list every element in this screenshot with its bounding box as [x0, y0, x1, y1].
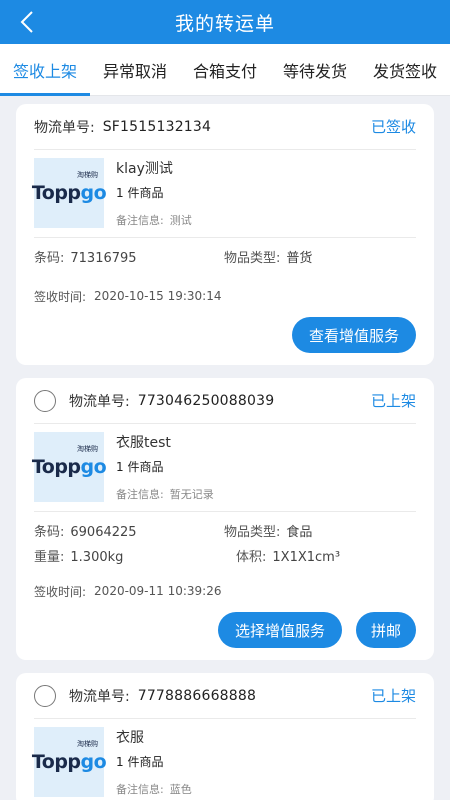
goods-note: 备注信息: 测试 [116, 214, 192, 227]
card-header: 物流单号: 7778886668888 已上架 [34, 673, 416, 719]
view-value-added-service-button[interactable]: 查看增值服务 [292, 317, 416, 353]
goods-row[interactable]: Toppgo 淘梯购 klay测试 1 件商品 备注信息: 测试 [31, 150, 416, 238]
card-header: 物流单号: SF1515132134 已签收 [34, 104, 416, 150]
goods-row[interactable]: Toppgo 淘梯购 衣服 1 件商品 备注信息: 蓝色 [31, 719, 416, 800]
order-card[interactable]: 物流单号: 773046250088039 已上架 Toppgo 淘梯购 衣服t… [16, 378, 434, 660]
type-value: 食品 [286, 525, 313, 540]
type-value: 普货 [286, 251, 313, 266]
tab-consolidate-pay[interactable]: 合箱支付 [180, 44, 270, 96]
product-thumbnail: Toppgo 淘梯购 [31, 727, 107, 797]
tracking-number: SF1515132134 [102, 118, 212, 135]
barcode-value: 69064225 [70, 525, 137, 540]
select-radio[interactable] [34, 389, 56, 412]
type-label: 物品类型: [224, 251, 281, 266]
volume-value: 1X1X1cm³ [272, 550, 341, 565]
signed-time-label: 签收时间: [34, 289, 87, 304]
order-card[interactable]: 物流单号: 7778886668888 已上架 Toppgo 淘梯购 衣服 1 … [16, 673, 434, 800]
select-value-added-service-button[interactable]: 选择增值服务 [218, 612, 342, 648]
consolidate-ship-button[interactable]: 拼邮 [356, 612, 416, 648]
goods-note: 备注信息: 暂无记录 [116, 488, 214, 501]
goods-row[interactable]: Toppgo 淘梯购 衣服test 1 件商品 备注信息: 暂无记录 [31, 424, 416, 512]
weight-label: 重量: [34, 550, 65, 565]
goods-name: klay测试 [116, 161, 173, 177]
order-list: 物流单号: SF1515132134 已签收 Toppgo 淘梯购 klay测试… [0, 96, 450, 800]
page-title: 我的转运单 [174, 12, 275, 35]
tab-signed-shelved[interactable]: 签收上架 [0, 44, 90, 96]
tab-awaiting-shipment[interactable]: 等待发货 [270, 44, 360, 96]
goods-count: 1 件商品 [116, 755, 164, 769]
signed-time-label: 签收时间: [34, 584, 87, 599]
tracking-label: 物流单号: [69, 393, 130, 410]
status-badge: 已签收 [370, 118, 416, 136]
volume-label: 体积: [236, 550, 267, 565]
chevron-left-icon[interactable] [14, 8, 42, 36]
app-header: 我的转运单 [0, 0, 450, 44]
goods-count: 1 件商品 [116, 186, 164, 200]
toppgo-logo: Toppgo [31, 751, 107, 773]
product-thumbnail: Toppgo 淘梯购 [31, 432, 107, 502]
toppgo-logo: Toppgo [31, 182, 107, 204]
card-header: 物流单号: 773046250088039 已上架 [34, 378, 416, 424]
tracking-number: 7778886668888 [137, 687, 257, 704]
status-tabs: 签收上架 异常取消 合箱支付 等待发货 发货签收 [0, 44, 450, 96]
goods-name: 衣服 [116, 730, 144, 746]
meta-info: 条码: 71316795 物品类型: 普货 签收时间: 2020-10-15 19:… [34, 238, 416, 311]
signed-time-value: 2020-09-11 10:39:26 [94, 584, 222, 598]
barcode-value: 71316795 [70, 251, 137, 266]
tab-shipped-signed[interactable]: 发货签收 [360, 44, 450, 96]
weight-value: 1.300kg [70, 550, 124, 565]
logo-cn-text: 淘梯购 [77, 171, 98, 179]
goods-note: 备注信息: 蓝色 [116, 783, 192, 796]
toppgo-logo: Toppgo [31, 456, 107, 478]
status-badge: 已上架 [370, 392, 416, 410]
tracking-label: 物流单号: [34, 119, 95, 136]
barcode-label: 条码: [34, 251, 65, 266]
barcode-label: 条码: [34, 525, 65, 540]
tracking-label: 物流单号: [69, 688, 130, 705]
signed-time-value: 2020-10-15 19:30:14 [94, 289, 222, 303]
logo-cn-text: 淘梯购 [77, 445, 98, 453]
goods-count: 1 件商品 [116, 460, 164, 474]
logo-cn-text: 淘梯购 [77, 740, 98, 748]
tracking-number: 773046250088039 [137, 392, 275, 409]
order-card[interactable]: 物流单号: SF1515132134 已签收 Toppgo 淘梯购 klay测试… [16, 104, 434, 365]
meta-info: 条码: 69064225 物品类型: 食品 重量: 1.300kg 体积: 1X1X1c… [34, 512, 416, 606]
select-radio[interactable] [34, 684, 56, 707]
product-thumbnail: Toppgo 淘梯购 [31, 158, 107, 228]
goods-name: 衣服test [116, 435, 171, 451]
tab-exception-cancel[interactable]: 异常取消 [90, 44, 180, 96]
status-badge: 已上架 [370, 687, 416, 705]
type-label: 物品类型: [224, 525, 281, 540]
